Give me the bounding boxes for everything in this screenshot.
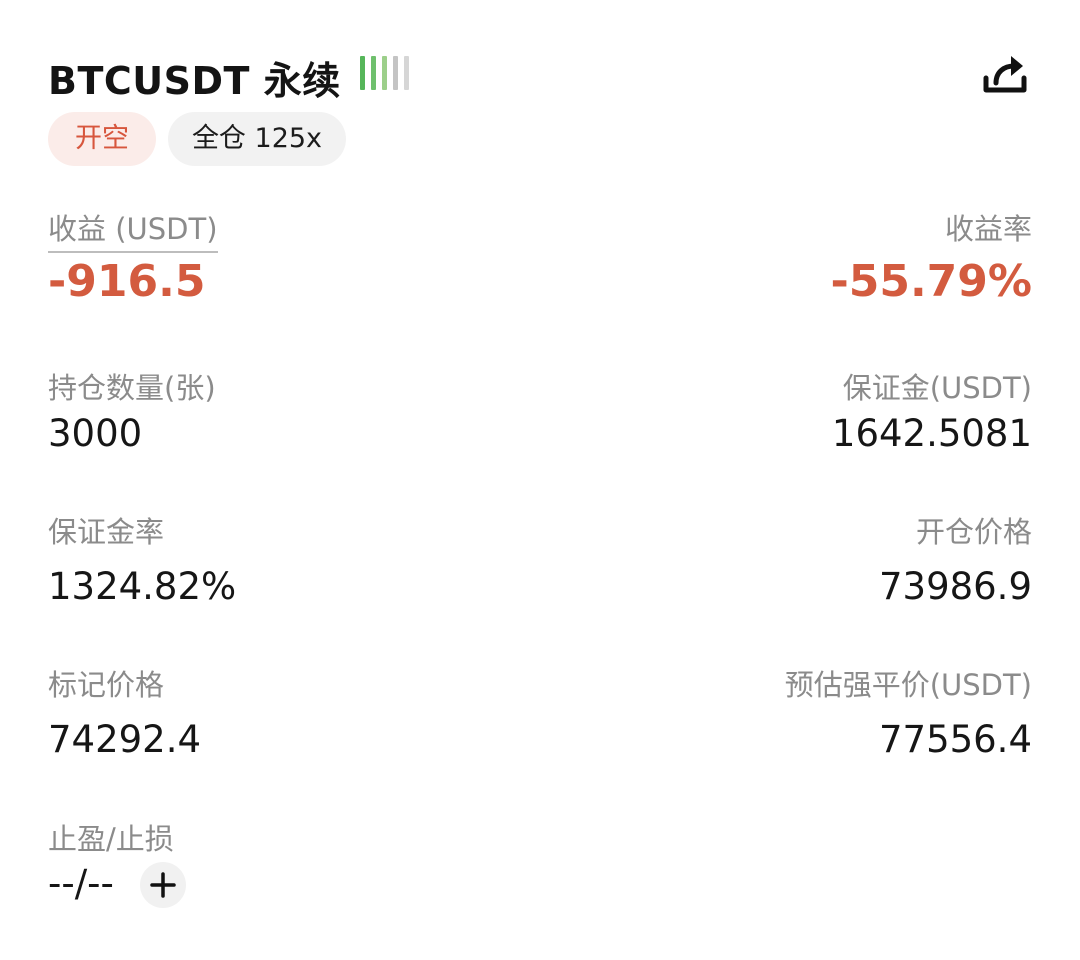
liq-price-value: 77556.4 <box>878 718 1032 761</box>
signal-strength-icon <box>360 56 418 90</box>
signal-bar <box>404 56 409 90</box>
mark-price-value: 74292.4 <box>48 718 202 761</box>
roe-value: -55.79% <box>830 256 1032 307</box>
plus-icon <box>150 872 176 898</box>
mark-price-label: 标记价格 <box>48 668 165 702</box>
roe-label: 收益率 <box>944 212 1032 246</box>
margin-ratio-value: 1324.82% <box>48 565 237 608</box>
contract-title[interactable]: BTCUSDT 永续 <box>48 50 341 105</box>
margin-ratio-label: 保证金率 <box>48 515 165 549</box>
margin-mode-badge[interactable]: 全仓 125x <box>168 112 346 166</box>
pnl-label[interactable]: 收益 (USDT) <box>48 206 218 253</box>
tp-sl-value: --/-- <box>48 862 114 905</box>
add-tp-sl-button[interactable] <box>140 862 186 908</box>
signal-bar <box>382 56 387 90</box>
position-card: BTCUSDT 永续 开空 全仓 125x 收益 (USDT) -916.5 收… <box>0 0 1080 960</box>
margin-value: 1642.5081 <box>831 412 1032 455</box>
margin-label: 保证金(USDT) <box>842 371 1032 405</box>
pnl-value: -916.5 <box>48 256 206 307</box>
tp-sl-label: 止盈/止损 <box>48 822 174 856</box>
position-size-label: 持仓数量(张) <box>48 371 216 405</box>
entry-price-value: 73986.9 <box>878 565 1032 608</box>
position-size-value: 3000 <box>48 412 143 455</box>
signal-bar <box>360 56 365 90</box>
signal-bar <box>393 56 398 90</box>
side-badge: 开空 <box>48 112 156 166</box>
share-icon <box>983 56 1027 93</box>
signal-bar <box>371 56 376 90</box>
entry-price-label: 开仓价格 <box>915 515 1032 549</box>
share-button[interactable] <box>978 50 1032 100</box>
liq-price-label: 预估强平价(USDT) <box>784 668 1032 702</box>
